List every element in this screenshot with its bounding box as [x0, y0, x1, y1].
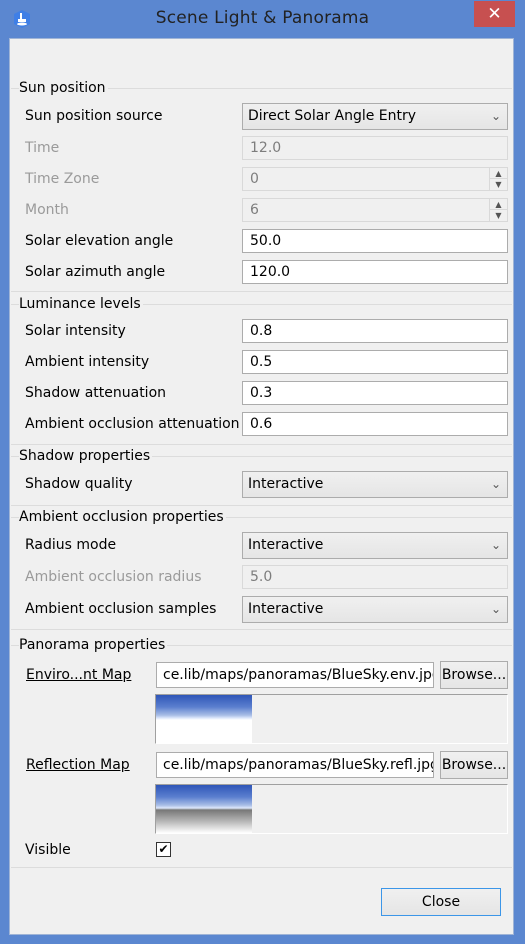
environment-map-thumbnail [156, 695, 252, 743]
ao-samples-label: Ambient occlusion samples [25, 601, 217, 617]
divider [11, 629, 512, 630]
shadow-group: Shadow properties [11, 447, 512, 465]
chevron-down-icon: ⌄ [490, 109, 501, 123]
ao-attenuation-label: Ambient occlusion attenuation [25, 416, 240, 432]
chevron-down-icon: ⌄ [490, 538, 501, 552]
divider [11, 444, 512, 445]
reflection-map-path-field[interactable]: ce.lib/maps/panoramas/BlueSky.refl.jpg [156, 752, 434, 778]
ao-radius-label: Ambient occlusion radius [25, 569, 202, 585]
window-close-button[interactable]: ✕ [474, 1, 515, 27]
group-title: Panorama properties [19, 636, 168, 654]
elevation-label: Solar elevation angle [25, 233, 174, 249]
divider [11, 291, 512, 292]
spinner-value: 0 [250, 171, 259, 187]
divider [11, 867, 512, 868]
solar-intensity-field[interactable]: 0.8 [242, 319, 508, 343]
azimuth-label: Solar azimuth angle [25, 264, 166, 280]
spin-up-icon[interactable]: ▲ [490, 168, 507, 179]
select-value: Direct Solar Angle Entry [248, 108, 417, 124]
group-title: Ambient occlusion properties [19, 508, 226, 526]
chevron-down-icon: ⌄ [490, 477, 501, 491]
radius-mode-select[interactable]: Interactive ⌄ [242, 532, 508, 559]
group-title: Sun position [19, 79, 108, 97]
select-value: Interactive [248, 601, 324, 617]
chevron-down-icon: ⌄ [490, 602, 501, 616]
reflection-map-preview [155, 784, 508, 834]
ambient-occlusion-group: Ambient occlusion properties [11, 508, 512, 526]
azimuth-field[interactable]: 120.0 [242, 260, 508, 284]
environment-map-preview [155, 694, 508, 744]
group-title: Luminance levels [19, 295, 143, 313]
environment-map-browse-button[interactable]: Browse... [440, 661, 508, 689]
ao-attenuation-field[interactable]: 0.6 [242, 412, 508, 436]
sun-source-label: Sun position source [25, 108, 163, 124]
spinner-buttons[interactable]: ▲ ▼ [489, 168, 507, 190]
shadow-quality-select[interactable]: Interactive ⌄ [242, 471, 508, 498]
sun-source-select[interactable]: Direct Solar Angle Entry ⌄ [242, 103, 508, 130]
dialog-body: Sun position Sun position source Direct … [9, 38, 514, 935]
spin-down-icon[interactable]: ▼ [490, 179, 507, 190]
checkmark-icon: ✔ [158, 842, 169, 856]
visible-checkbox[interactable]: ✔ [156, 842, 171, 857]
month-label: Month [25, 202, 69, 218]
solar-intensity-label: Solar intensity [25, 323, 126, 339]
shadow-quality-label: Shadow quality [25, 476, 133, 492]
month-spinner[interactable]: 6 ▲ ▼ [242, 198, 508, 222]
window-title: Scene Light & Panorama [155, 8, 370, 28]
select-value: Interactive [248, 537, 324, 553]
reflection-map-browse-button[interactable]: Browse... [440, 751, 508, 779]
close-button[interactable]: Close [381, 888, 501, 916]
select-value: Interactive [248, 476, 324, 492]
spin-down-icon[interactable]: ▼ [490, 210, 507, 221]
radius-mode-label: Radius mode [25, 537, 117, 553]
visible-label: Visible [25, 842, 71, 858]
time-label: Time [25, 140, 60, 156]
ambient-intensity-label: Ambient intensity [25, 354, 150, 370]
group-title: Shadow properties [19, 447, 153, 465]
panorama-group: Panorama properties [11, 636, 512, 654]
close-icon: ✕ [487, 4, 502, 24]
spinner-value: 6 [250, 202, 259, 218]
divider [11, 505, 512, 506]
ao-radius-field[interactable]: 5.0 [242, 565, 508, 589]
shadow-attenuation-label: Shadow attenuation [25, 385, 167, 401]
time-field[interactable]: 12.0 [242, 136, 508, 160]
time-zone-label: Time Zone [25, 171, 100, 187]
spinner-buttons[interactable]: ▲ ▼ [489, 199, 507, 221]
environment-map-link[interactable]: Enviro...nt Map [26, 666, 131, 684]
environment-map-path-field[interactable]: ce.lib/maps/panoramas/BlueSky.env.jpg [156, 662, 434, 688]
reflection-map-link[interactable]: Reflection Map [26, 756, 130, 774]
reflection-map-thumbnail [156, 785, 252, 833]
ambient-intensity-field[interactable]: 0.5 [242, 350, 508, 374]
time-zone-spinner[interactable]: 0 ▲ ▼ [242, 167, 508, 191]
luminance-group: Luminance levels [11, 295, 512, 313]
shadow-attenuation-field[interactable]: 0.3 [242, 381, 508, 405]
ao-samples-select[interactable]: Interactive ⌄ [242, 596, 508, 623]
spin-up-icon[interactable]: ▲ [490, 199, 507, 210]
title-bar[interactable]: Scene Light & Panorama ✕ [0, 0, 525, 38]
elevation-field[interactable]: 50.0 [242, 229, 508, 253]
sun-position-group: Sun position [11, 79, 512, 97]
